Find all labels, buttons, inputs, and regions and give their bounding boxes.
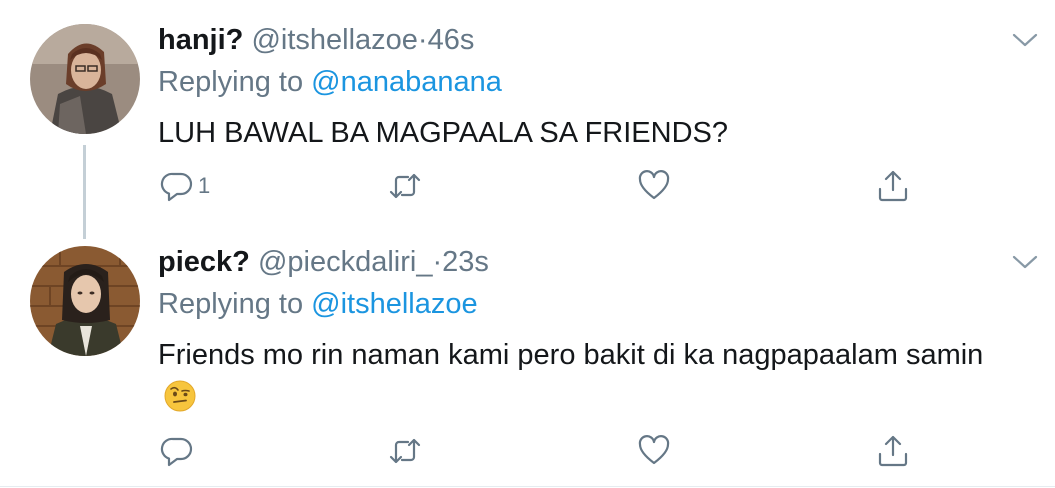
share-icon <box>878 435 908 467</box>
retweet-button[interactable] <box>388 431 422 471</box>
display-name[interactable]: hanji? <box>158 24 243 56</box>
tweet-text: Friends mo rin naman kami pero bakit di … <box>158 334 998 420</box>
timestamp[interactable]: 46s <box>428 24 475 56</box>
mention-link[interactable]: @nanabanana <box>311 66 502 98</box>
bottom-divider <box>0 486 1055 487</box>
mention-link[interactable]: @itshellazoe <box>311 288 477 320</box>
replying-to-label: Replying to <box>158 66 304 98</box>
chevron-down-icon[interactable] <box>1011 30 1039 50</box>
display-name[interactable]: pieck? <box>158 246 250 278</box>
reply-button[interactable]: 1 <box>160 166 210 206</box>
retweet-icon <box>389 173 421 199</box>
replying-to: Replying to @itshellazoe <box>158 286 478 322</box>
like-button[interactable] <box>637 166 671 206</box>
tweet-text: LUH BAWAL BA MAGPAALA SA FRIENDS? <box>158 112 1038 155</box>
user-handle[interactable]: @pieckdaliri_ <box>258 246 433 278</box>
heart-icon <box>638 170 670 200</box>
reply-icon <box>160 172 193 202</box>
reply-count: 1 <box>198 173 211 198</box>
thread-connector <box>83 145 86 239</box>
chevron-down-icon[interactable] <box>1011 252 1039 272</box>
tweet-text-content: Friends mo rin naman kami pero bakit di … <box>158 339 984 371</box>
retweet-button[interactable] <box>388 166 422 206</box>
replying-to: Replying to @nanabanana <box>158 64 502 100</box>
user-handle[interactable]: @itshellazoe <box>251 24 417 56</box>
tweet-1[interactable]: hanji? @itshellazoe·46s Replying to @nan… <box>0 0 1055 230</box>
tweet-actions: 1 <box>0 166 1055 206</box>
reply-icon <box>160 437 193 467</box>
separator-dot: · <box>417 24 428 56</box>
tweet-text-content: LUH BAWAL BA MAGPAALA SA FRIENDS? <box>158 117 728 149</box>
tweet-header: pieck? @pieckdaliri_·23s <box>158 244 489 280</box>
face-with-raised-eyebrow-emoji <box>164 380 196 412</box>
tweet-header: hanji? @itshellazoe·46s <box>158 22 474 58</box>
heart-icon <box>638 435 670 465</box>
retweet-icon <box>389 438 421 464</box>
reply-button[interactable] <box>160 431 198 471</box>
share-button[interactable] <box>876 431 910 471</box>
separator-dot: · <box>432 246 443 278</box>
avatar[interactable] <box>30 24 140 134</box>
tweet-actions <box>0 431 1055 471</box>
share-button[interactable] <box>876 166 910 206</box>
avatar[interactable] <box>30 246 140 356</box>
tweet-2[interactable]: pieck? @pieckdaliri_·23s Replying to @it… <box>0 230 1055 488</box>
share-icon <box>878 170 908 202</box>
like-button[interactable] <box>637 431 671 471</box>
replying-to-label: Replying to <box>158 288 304 320</box>
timestamp[interactable]: 23s <box>442 246 489 278</box>
